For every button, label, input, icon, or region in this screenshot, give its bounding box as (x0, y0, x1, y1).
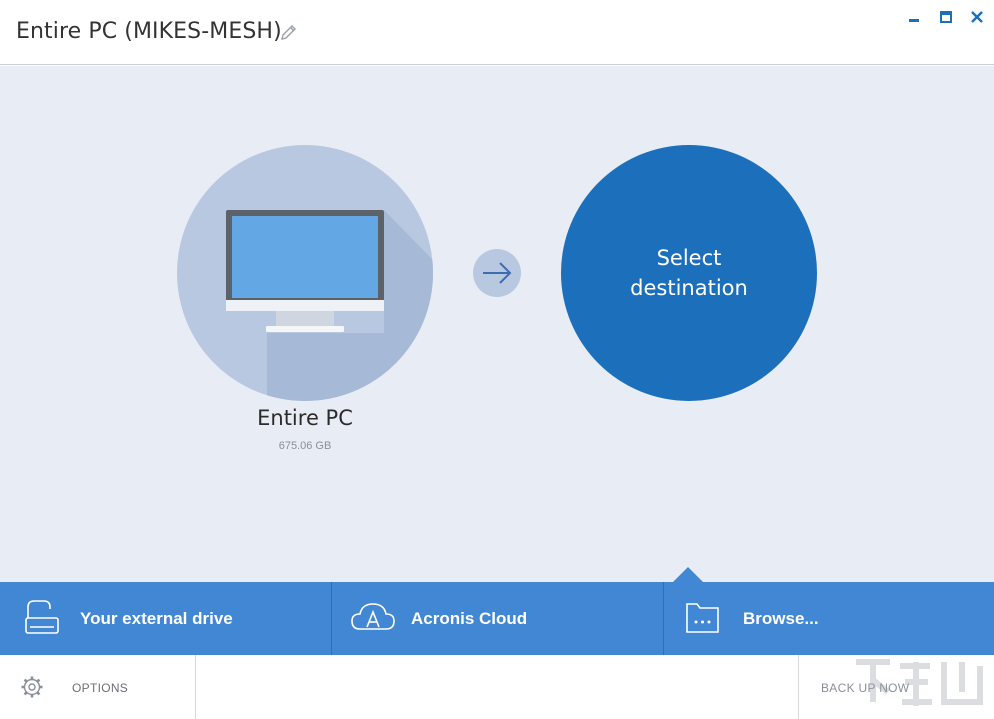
source-selector[interactable] (177, 145, 433, 401)
arrow-right-icon (473, 249, 521, 297)
destination-option-browse[interactable]: Browse... (664, 582, 994, 655)
site-watermark-logo (856, 659, 983, 706)
gear-icon (21, 676, 43, 698)
pencil-icon[interactable] (279, 23, 299, 43)
title-bar: Entire PC (MIKES-MESH) (0, 0, 994, 65)
destination-label: Select destination (630, 246, 748, 300)
footer: OPTIONS BACK UP NOW (0, 655, 994, 719)
backup-source-destination-area: Entire PC 675.06 GB Select destination (0, 66, 994, 582)
destination-option-external-drive[interactable]: Your external drive (0, 582, 331, 655)
source-label: Entire PC (257, 406, 353, 430)
close-icon[interactable] (968, 8, 986, 26)
external-drive-label: Your external drive (80, 609, 233, 628)
destination-options-bar: Your external drive Acronis Cloud Browse… (0, 582, 994, 655)
folder-icon (686, 603, 719, 633)
destination-option-acronis-cloud[interactable]: Acronis Cloud (332, 582, 663, 655)
minimize-icon[interactable] (905, 8, 923, 26)
options-button[interactable]: OPTIONS (0, 655, 195, 719)
plan-title: Entire PC (MIKES-MESH) (16, 19, 282, 44)
browse-label: Browse... (743, 609, 819, 628)
select-destination-button[interactable]: Select destination (561, 145, 817, 401)
source-size: 675.06 GB (278, 440, 332, 452)
cloud-icon (351, 603, 395, 630)
external-drive-icon (25, 600, 59, 634)
maximize-icon[interactable] (937, 8, 955, 26)
monitor-icon (226, 210, 433, 401)
footer-divider (195, 655, 196, 719)
selection-pointer (673, 567, 703, 582)
options-label: OPTIONS (72, 681, 129, 695)
acronis-cloud-label: Acronis Cloud (411, 609, 528, 628)
